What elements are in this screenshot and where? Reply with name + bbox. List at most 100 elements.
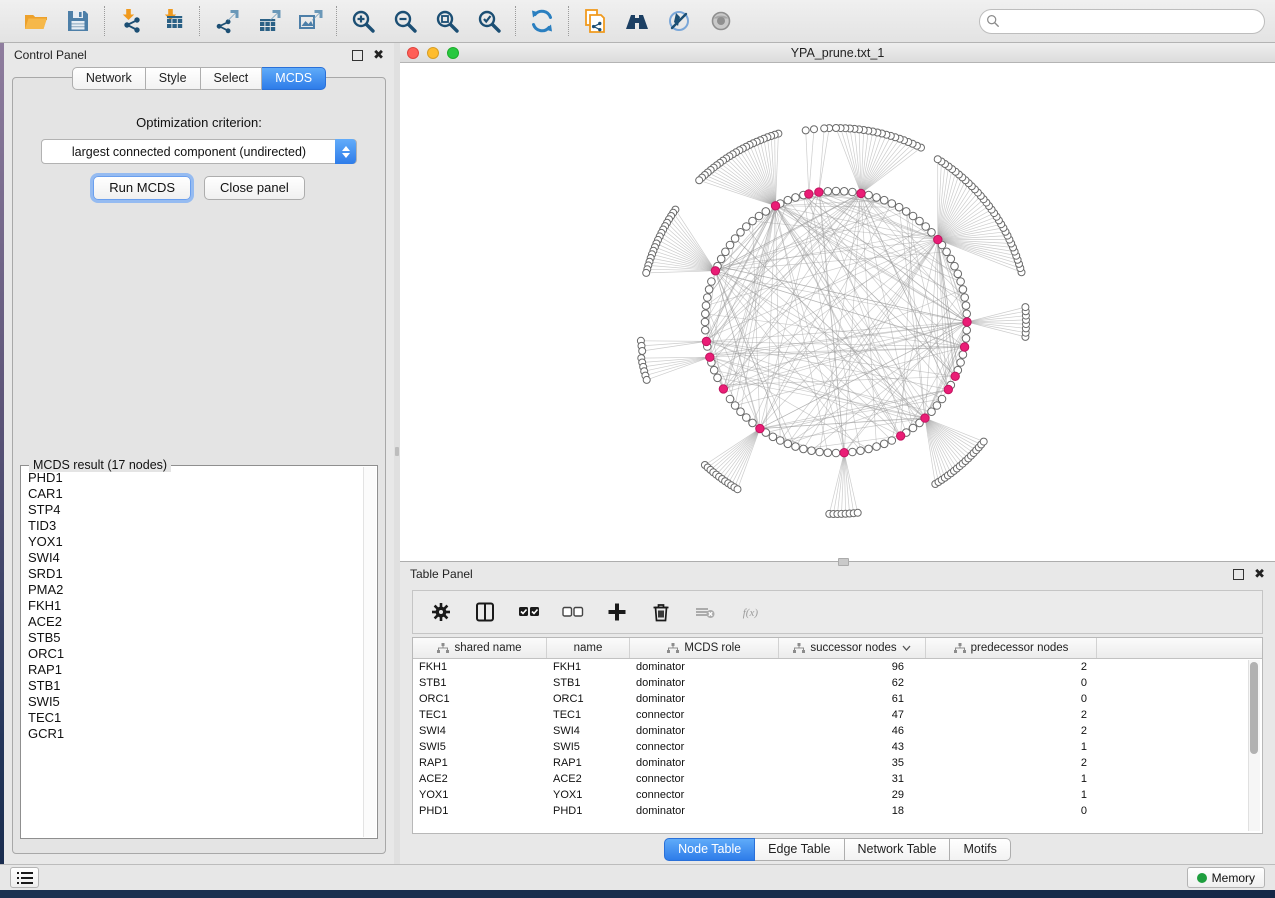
network-window-titlebar: YPA_prune.txt_1 <box>400 43 1275 63</box>
table-scrollbar-thumb[interactable] <box>1250 662 1258 754</box>
criterion-dropdown-value: largest connected component (undirected) <box>42 145 356 159</box>
result-node-item[interactable]: ACE2 <box>28 614 364 630</box>
result-node-item[interactable]: STB1 <box>28 678 364 694</box>
column-header-predecessor-nodes[interactable]: predecessor nodes <box>926 638 1097 658</box>
deselect-all-icon[interactable] <box>561 600 585 624</box>
result-node-item[interactable]: SWI5 <box>28 694 364 710</box>
table-row[interactable]: PHD1PHD1dominator180 <box>413 803 1262 819</box>
control-panel-tabs: NetworkStyleSelectMCDS <box>4 67 394 90</box>
close-panel-icon[interactable]: ✖ <box>373 50 384 60</box>
cell-predecessor_nodes: 1 <box>926 789 1097 801</box>
cell-mcds_role: dominator <box>630 757 779 769</box>
result-list-scrollbar[interactable] <box>363 467 376 837</box>
table-row[interactable]: ACE2ACE2connector311 <box>413 771 1262 787</box>
result-node-item[interactable]: GCR1 <box>28 726 364 742</box>
result-node-item[interactable]: YOX1 <box>28 534 364 550</box>
cell-successor_nodes: 43 <box>779 741 926 753</box>
close-panel-icon[interactable]: ✖ <box>1254 569 1265 579</box>
export-network-icon[interactable] <box>212 7 240 35</box>
tab-mcds[interactable]: MCDS <box>262 67 326 90</box>
import-network-icon[interactable] <box>117 7 145 35</box>
result-node-item[interactable]: STB5 <box>28 630 364 646</box>
table-row[interactable]: ORC1ORC1dominator610 <box>413 691 1262 707</box>
table-row[interactable]: YOX1YOX1connector291 <box>413 787 1262 803</box>
horizontal-splitter-handle[interactable] <box>838 558 849 566</box>
zoom-window-icon[interactable] <box>447 47 459 59</box>
close-panel-button[interactable]: Close panel <box>204 176 305 200</box>
run-mcds-button[interactable]: Run MCDS <box>93 176 191 200</box>
tab-edge-table[interactable]: Edge Table <box>755 838 844 861</box>
gear-icon[interactable] <box>429 600 453 624</box>
export-image-icon[interactable] <box>296 7 324 35</box>
result-node-item[interactable]: SRD1 <box>28 566 364 582</box>
table-row[interactable]: FKH1FKH1dominator962 <box>413 659 1262 675</box>
export-table-icon[interactable] <box>254 7 282 35</box>
show-graphics-eye-icon[interactable] <box>707 7 735 35</box>
cell-name: ORC1 <box>547 693 630 705</box>
float-panel-icon[interactable] <box>352 50 363 61</box>
columns-icon[interactable] <box>473 600 497 624</box>
tab-select[interactable]: Select <box>201 67 263 90</box>
tab-network[interactable]: Network <box>72 67 146 90</box>
zoom-out-icon[interactable] <box>391 7 419 35</box>
tab-motifs[interactable]: Motifs <box>950 838 1010 861</box>
task-history-button[interactable] <box>10 867 39 888</box>
minimize-window-icon[interactable] <box>427 47 439 59</box>
zoom-fit-icon[interactable] <box>433 7 461 35</box>
add-row-icon[interactable] <box>605 600 629 624</box>
memory-label: Memory <box>1212 871 1255 885</box>
criterion-dropdown[interactable]: largest connected component (undirected) <box>41 139 357 164</box>
column-header-shared-name[interactable]: shared name <box>413 638 547 658</box>
tab-node-table[interactable]: Node Table <box>664 838 755 861</box>
result-node-item[interactable]: TEC1 <box>28 710 364 726</box>
node-table: shared namenameMCDS rolesuccessor nodesp… <box>412 637 1263 834</box>
table-row[interactable]: SWI5SWI5connector431 <box>413 739 1262 755</box>
refresh-icon[interactable] <box>528 7 556 35</box>
mcds-result-group: MCDS result (17 nodes) PHD1CAR1STP4TID3Y… <box>20 465 378 839</box>
dropdown-stepper-icon <box>335 139 356 164</box>
tab-network-table[interactable]: Network Table <box>845 838 951 861</box>
table-row[interactable]: RAP1RAP1dominator352 <box>413 755 1262 771</box>
cell-shared_name: ACE2 <box>413 773 547 785</box>
table-row[interactable]: STB1STB1dominator620 <box>413 675 1262 691</box>
result-node-item[interactable]: RAP1 <box>28 662 364 678</box>
cell-shared_name: SWI4 <box>413 725 547 737</box>
cell-mcds_role: dominator <box>630 725 779 737</box>
result-node-item[interactable]: CAR1 <box>28 486 364 502</box>
hide-graphics-details-icon[interactable] <box>665 7 693 35</box>
delete-row-icon[interactable] <box>649 600 673 624</box>
result-node-item[interactable]: TID3 <box>28 518 364 534</box>
select-all-icon[interactable] <box>517 600 541 624</box>
cell-name: TEC1 <box>547 709 630 721</box>
result-node-item[interactable]: FKH1 <box>28 598 364 614</box>
tab-style[interactable]: Style <box>146 67 201 90</box>
zoom-selected-icon[interactable] <box>475 7 503 35</box>
float-panel-icon[interactable] <box>1233 569 1244 580</box>
cell-name: SWI4 <box>547 725 630 737</box>
network-canvas[interactable] <box>400 63 1275 561</box>
cell-shared_name: RAP1 <box>413 757 547 769</box>
result-node-item[interactable]: STP4 <box>28 502 364 518</box>
column-header-MCDS-role[interactable]: MCDS role <box>630 638 779 658</box>
memory-status-icon <box>1197 873 1207 883</box>
column-header-successor-nodes[interactable]: successor nodes <box>779 638 926 658</box>
result-node-item[interactable]: PHD1 <box>28 470 364 486</box>
zoom-in-icon[interactable] <box>349 7 377 35</box>
clone-network-icon[interactable] <box>581 7 609 35</box>
table-row[interactable]: SWI4SWI4dominator462 <box>413 723 1262 739</box>
import-table-icon[interactable] <box>159 7 187 35</box>
cell-name: ACE2 <box>547 773 630 785</box>
result-node-item[interactable]: SWI4 <box>28 550 364 566</box>
open-file-icon[interactable] <box>22 7 50 35</box>
cell-mcds_role: dominator <box>630 693 779 705</box>
search-input[interactable] <box>979 9 1265 34</box>
result-node-item[interactable]: ORC1 <box>28 646 364 662</box>
cell-name: SWI5 <box>547 741 630 753</box>
table-row[interactable]: TEC1TEC1connector472 <box>413 707 1262 723</box>
search-binoculars-icon[interactable] <box>623 7 651 35</box>
column-header-name[interactable]: name <box>547 638 630 658</box>
close-window-icon[interactable] <box>407 47 419 59</box>
result-node-item[interactable]: PMA2 <box>28 582 364 598</box>
save-session-icon[interactable] <box>64 7 92 35</box>
memory-button[interactable]: Memory <box>1187 867 1265 888</box>
